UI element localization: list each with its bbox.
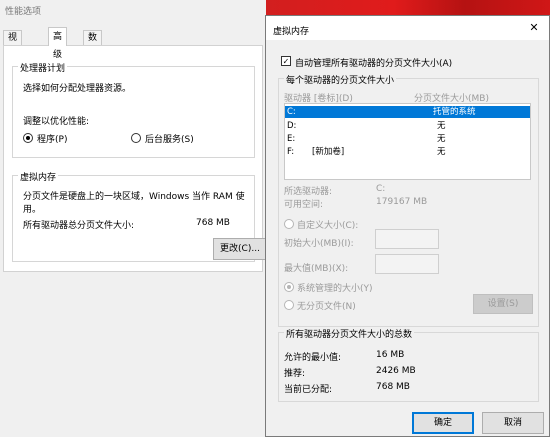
drive-volume-label: [新加卷] bbox=[312, 147, 345, 157]
total-paging-value: 768 MB bbox=[196, 218, 230, 228]
window-title: 性能选项 bbox=[5, 7, 42, 17]
virtual-memory-description: 分页文件是硬盘上的一块区域，Windows 当作 RAM 使用。 bbox=[23, 192, 245, 215]
selected-drive-value: C: bbox=[376, 184, 386, 194]
custom-size-radio[interactable] bbox=[284, 219, 294, 229]
total-paging-label: 所有驱动器总分页文件大小: bbox=[23, 221, 135, 231]
no-paging-label[interactable]: 无分页文件(N) bbox=[297, 299, 356, 312]
processor-scheduling-group: 处理器计划 选择如何分配处理器资源。 调整以优化性能: 程序(P) 后台服务(S… bbox=[12, 61, 255, 158]
background-services-radio[interactable] bbox=[131, 133, 141, 143]
system-managed-radio[interactable] bbox=[284, 282, 294, 292]
drive-letter: E: bbox=[287, 134, 296, 144]
free-space-value: 179167 MB bbox=[376, 197, 428, 207]
drive-row-d[interactable]: D: 无 bbox=[285, 120, 530, 132]
allocated-value: 768 MB bbox=[376, 382, 410, 392]
performance-options-window: 性能选项 视觉效果 高级 数据执行保护 处理器计划 选择如何分配处理器资源。 调… bbox=[0, 0, 267, 437]
ok-button[interactable]: 确定 bbox=[412, 412, 474, 434]
auto-manage-label[interactable]: 自动管理所有驱动器的分页文件大小(A) bbox=[295, 56, 452, 69]
drive-size: 无 bbox=[437, 121, 446, 131]
no-paging-radio[interactable] bbox=[284, 300, 294, 310]
close-icon[interactable]: ✕ bbox=[525, 21, 543, 35]
tab-dep[interactable]: 数据执行保护 bbox=[83, 30, 103, 113]
programs-radio-label[interactable]: 程序(P) bbox=[37, 132, 67, 145]
max-size-input[interactable] bbox=[375, 254, 439, 274]
group-title: 虚拟内存 bbox=[18, 170, 59, 183]
min-allowed-value: 16 MB bbox=[376, 350, 405, 360]
allocated-label: 当前已分配: bbox=[284, 385, 333, 395]
drive-letter: D: bbox=[287, 121, 297, 131]
recommended-value: 2426 MB bbox=[376, 366, 416, 376]
drive-size: 无 bbox=[437, 134, 446, 144]
drive-row-f[interactable]: F: [新加卷] 无 bbox=[285, 146, 530, 158]
drive-letter: C: bbox=[287, 107, 296, 117]
initial-size-input[interactable] bbox=[375, 229, 439, 249]
programs-radio[interactable] bbox=[23, 133, 33, 143]
virtual-memory-group: 虚拟内存 分页文件是硬盘上的一块区域，Windows 当作 RAM 使用。 所有… bbox=[12, 170, 267, 262]
drive-row-e[interactable]: E: 无 bbox=[285, 133, 530, 145]
virtual-memory-dialog: 虚拟内存 ✕ ✓ 自动管理所有驱动器的分页文件大小(A) 每个驱动器的分页文件大… bbox=[265, 15, 550, 437]
processor-description: 选择如何分配处理器资源。 bbox=[23, 84, 132, 94]
dialog-title: 虚拟内存 bbox=[273, 27, 310, 37]
custom-size-label[interactable]: 自定义大小(C): bbox=[297, 218, 358, 231]
system-managed-label[interactable]: 系统管理的大小(Y) bbox=[297, 281, 373, 294]
auto-manage-checkbox[interactable]: ✓ bbox=[281, 56, 291, 66]
background-services-radio-label[interactable]: 后台服务(S) bbox=[145, 132, 194, 145]
max-size-label: 最大值(MB)(X): bbox=[284, 264, 349, 274]
free-space-label: 可用空间: bbox=[284, 200, 324, 210]
cancel-button[interactable]: 取消 bbox=[482, 412, 544, 434]
tab-visual-effects[interactable]: 视觉效果 bbox=[3, 30, 23, 85]
change-button[interactable]: 更改(C)... bbox=[213, 238, 267, 260]
optimize-label: 调整以优化性能: bbox=[23, 117, 90, 127]
set-button[interactable]: 设置(S) bbox=[473, 294, 533, 314]
drive-row-c[interactable]: C: 托管的系统 bbox=[285, 106, 530, 118]
drive-letter: F: bbox=[287, 147, 295, 157]
selected-drive-label: 所选驱动器: bbox=[284, 187, 333, 197]
drive-size: 无 bbox=[437, 147, 446, 157]
drive-size: 托管的系统 bbox=[433, 107, 476, 117]
advanced-tab-panel: 处理器计划 选择如何分配处理器资源。 调整以优化性能: 程序(P) 后台服务(S… bbox=[3, 45, 267, 272]
initial-size-label: 初始大小(MB)(I): bbox=[284, 239, 354, 249]
tab-advanced[interactable]: 高级 bbox=[48, 27, 68, 60]
drive-list[interactable]: C: 托管的系统 D: 无 E: 无 F: [新加卷] 无 bbox=[284, 103, 531, 180]
group-title: 每个驱动器的分页文件大小 bbox=[284, 73, 397, 86]
recommended-label: 推荐: bbox=[284, 369, 306, 379]
min-allowed-label: 允许的最小值: bbox=[284, 353, 342, 363]
group-title: 所有驱动器分页文件大小的总数 bbox=[284, 327, 415, 340]
